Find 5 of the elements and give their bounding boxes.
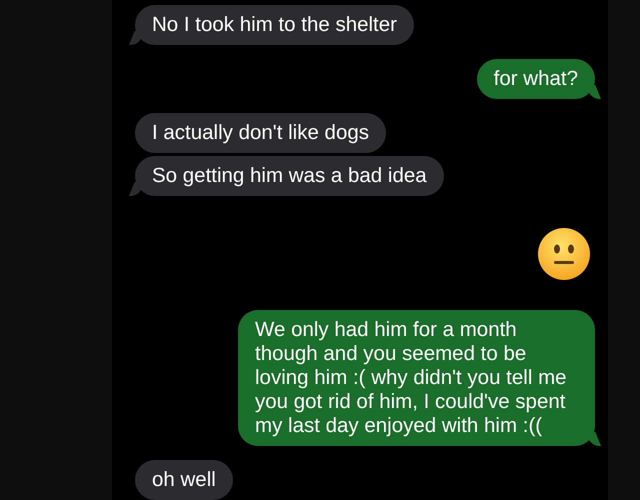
received-message: So getting him was a bad idea — [129, 156, 444, 196]
sent-message: for what? — [476, 59, 601, 99]
received-message: No I took him to the shelter — [129, 5, 414, 45]
sent-message: We only had him for a month though and you seemed to be loving him :( why didn't you tell me you got rid of him, I could've spent my last day enjoyed with him :(( — [238, 310, 601, 446]
neutral-face-icon — [538, 228, 590, 280]
